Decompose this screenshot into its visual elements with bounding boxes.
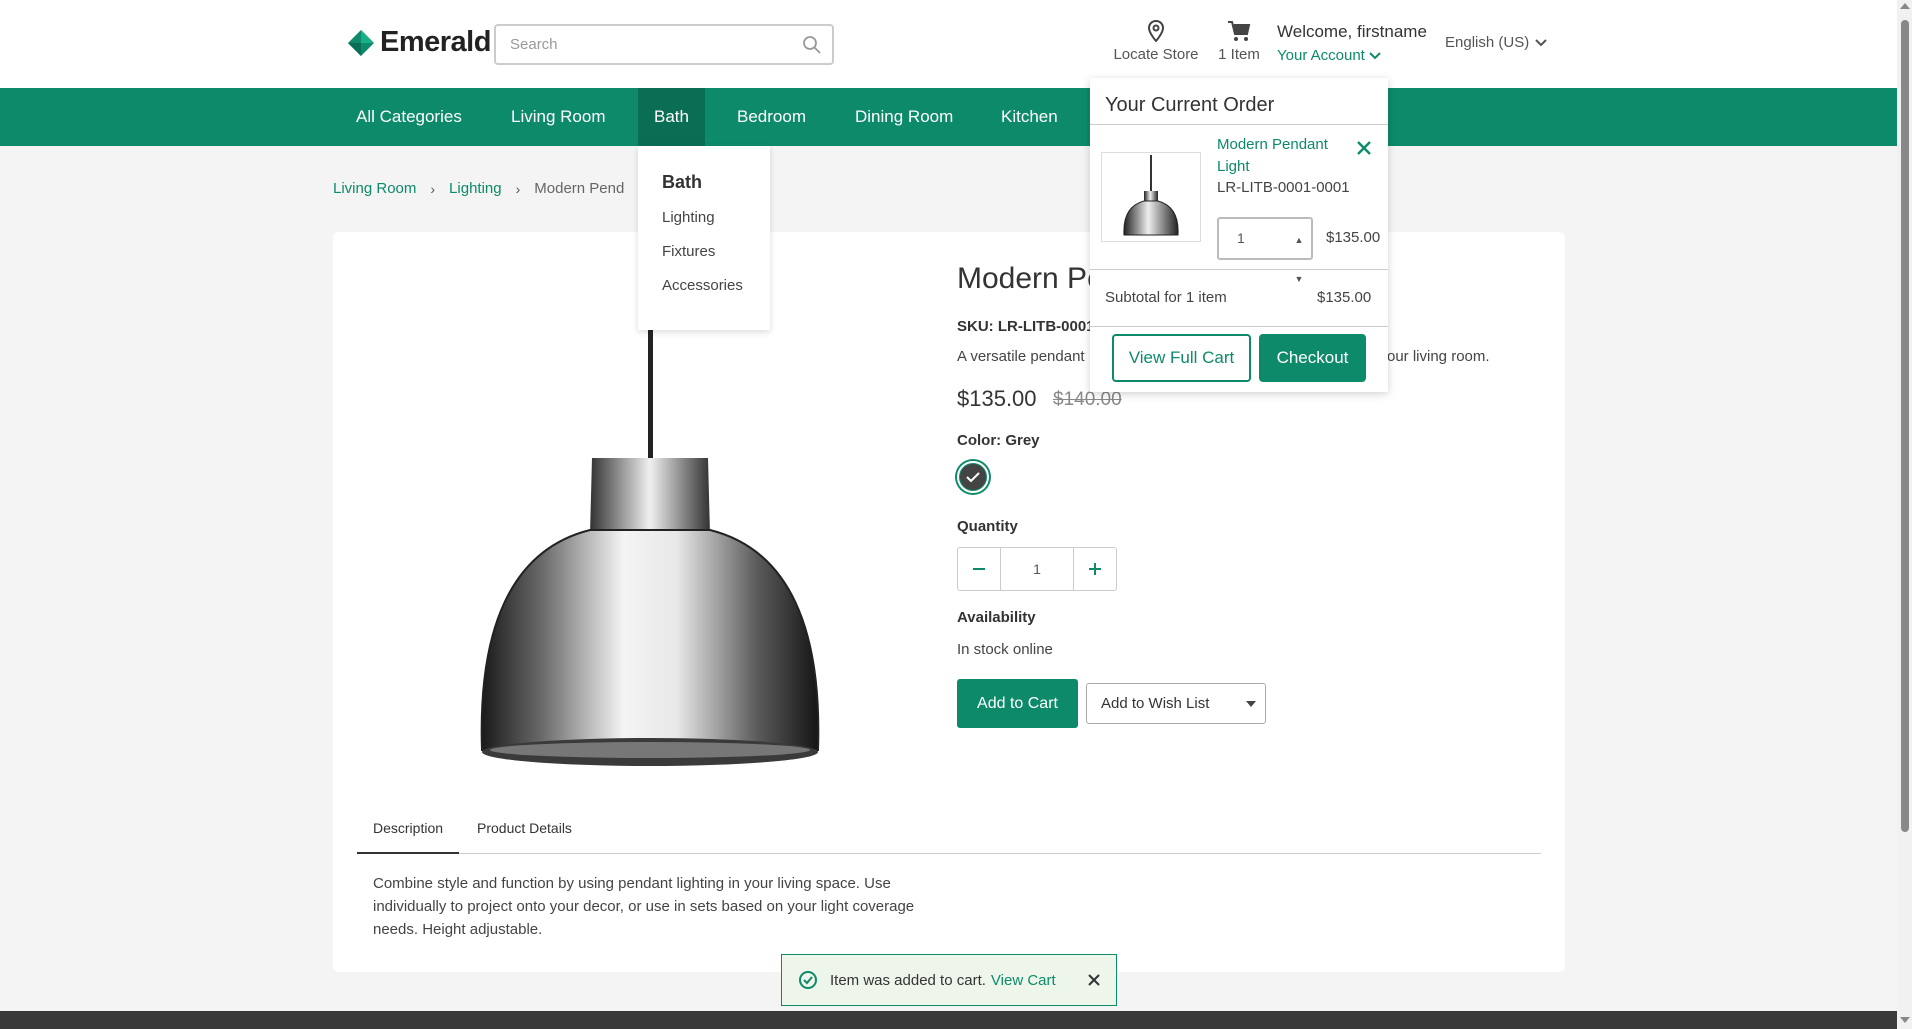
breadcrumb-current: Modern Pend <box>534 180 625 197</box>
mini-cart-item-image[interactable] <box>1101 152 1201 242</box>
decrease-quantity-button[interactable] <box>958 548 1000 590</box>
diamond-logo-icon <box>348 29 374 56</box>
product-short-desc-end: our living room. <box>1387 348 1490 365</box>
nav-kitchen[interactable]: Kitchen <box>985 88 1074 146</box>
check-circle-icon <box>799 971 817 989</box>
category-nav: All Categories Living Room Bath Bedroom … <box>0 88 1897 146</box>
mini-cart-item-sku: LR-LITB-0001-0001 <box>1217 179 1350 196</box>
pendant-thumbnail <box>1123 155 1179 236</box>
spin-down-icon[interactable]: ▼ <box>1295 260 1304 299</box>
qty-spinner[interactable]: ▲ ▼ <box>1291 221 1307 284</box>
nav-dining-room[interactable]: Dining Room <box>839 88 969 146</box>
locate-store-label: Locate Store <box>1113 46 1199 63</box>
added-to-cart-toast: Item was added to cart. View Cart <box>781 954 1117 1006</box>
breadcrumb: Living Room › Lighting › Modern Pend <box>333 180 624 197</box>
scroll-thumb[interactable] <box>1901 20 1909 832</box>
mini-cart-subtotal-label: Subtotal for 1 item <box>1105 289 1227 306</box>
chevron-right-icon: › <box>515 180 521 197</box>
mini-cart-qty-value: 1 <box>1237 230 1245 246</box>
availability-label: Availability <box>957 609 1036 626</box>
mini-cart-item-price: $135.00 <box>1326 229 1381 246</box>
breadcrumb-living-room[interactable]: Living Room <box>333 180 416 197</box>
bath-dropdown-menu: Bath Lighting Fixtures Accessories <box>638 146 770 330</box>
chevron-right-icon: › <box>430 180 436 197</box>
cart-count-label: 1 Item <box>1218 46 1260 63</box>
divider <box>1090 326 1388 327</box>
color-label: Color: Grey <box>957 432 1040 449</box>
toast-message: Item was added to cart. <box>830 971 986 989</box>
availability-status: In stock online <box>957 641 1053 658</box>
product-short-desc: A versatile pendant <box>957 348 1085 365</box>
locate-store-button[interactable]: Locate Store <box>1108 20 1204 63</box>
scroll-down-arrow[interactable] <box>1900 1017 1910 1023</box>
tab-product-details[interactable]: Product Details <box>461 808 588 854</box>
mini-cart-subtotal-value: $135.00 <box>1317 289 1372 306</box>
language-selector[interactable]: English (US) <box>1445 34 1547 51</box>
account-label: Your Account <box>1277 47 1365 64</box>
welcome-text: Welcome, firstname <box>1277 22 1427 41</box>
increase-quantity-button[interactable] <box>1074 548 1116 590</box>
tab-description[interactable]: Description <box>357 808 460 854</box>
view-full-cart-button[interactable]: View Full Cart <box>1112 334 1251 382</box>
quantity-stepper: 1 <box>957 547 1117 591</box>
account-menu-button[interactable]: Your Account <box>1277 47 1381 64</box>
site-header: Emerald Locate Store 1 Item Welcome, fir… <box>0 0 1897 88</box>
nav-bedroom[interactable]: Bedroom <box>721 88 822 146</box>
plus-icon <box>1089 563 1101 575</box>
footer-strip <box>0 1011 1897 1029</box>
add-to-wishlist-button[interactable]: Add to Wish List <box>1086 683 1266 724</box>
close-icon[interactable] <box>1354 138 1374 158</box>
spin-up-icon[interactable]: ▲ <box>1295 221 1304 260</box>
product-image[interactable] <box>470 330 830 770</box>
product-old-price: $140.00 <box>1053 389 1122 410</box>
cart-button[interactable]: 1 Item <box>1214 20 1264 63</box>
close-icon[interactable] <box>1086 972 1102 988</box>
nav-living-room[interactable]: Living Room <box>495 88 622 146</box>
language-label: English (US) <box>1445 34 1530 51</box>
page-scrollbar[interactable] <box>1897 0 1912 1029</box>
check-icon <box>966 472 980 483</box>
mini-cart-item-name[interactable]: Modern Pendant Light <box>1217 134 1337 178</box>
location-pin-icon <box>1147 20 1165 42</box>
mini-cart-popup: Your Current Order Modern Pendant Light … <box>1090 78 1388 392</box>
description-text: Combine style and function by using pend… <box>373 875 915 938</box>
quantity-input[interactable]: 1 <box>1000 548 1074 590</box>
logo[interactable]: Emerald <box>348 26 491 59</box>
chevron-down-icon <box>1369 51 1381 59</box>
logo-text: Emerald <box>380 26 491 58</box>
product-price: $135.00 <box>957 386 1037 411</box>
checkout-button[interactable]: Checkout <box>1259 334 1366 382</box>
caret-down-icon <box>1246 700 1256 707</box>
divider <box>1090 124 1388 125</box>
minus-icon <box>973 568 985 570</box>
scroll-up-arrow[interactable] <box>1900 3 1910 9</box>
add-to-cart-button[interactable]: Add to Cart <box>957 679 1078 728</box>
product-title: Modern Pe <box>957 262 1104 295</box>
color-swatch-grey[interactable] <box>957 461 989 493</box>
bath-menu-accessories[interactable]: Accessories <box>662 277 770 294</box>
toast-view-cart-link[interactable]: View Cart <box>991 972 1056 989</box>
nav-all-categories[interactable]: All Categories <box>340 88 478 146</box>
search-input[interactable] <box>496 26 786 63</box>
search-icon[interactable] <box>802 35 822 55</box>
product-tabs: Description Product Details <box>357 808 1541 854</box>
mini-cart-title: Your Current Order <box>1105 94 1275 116</box>
mini-cart-qty-input[interactable]: 1 ▲ ▼ <box>1217 217 1313 284</box>
bath-menu-lighting[interactable]: Lighting <box>662 209 770 226</box>
product-sku: SKU: LR-LITB-0001 <box>957 318 1095 335</box>
divider <box>1090 269 1388 270</box>
nav-bath[interactable]: Bath <box>638 88 705 146</box>
cart-icon <box>1228 21 1251 41</box>
chevron-down-icon <box>1535 38 1547 46</box>
quantity-label: Quantity <box>957 518 1018 535</box>
wishlist-dropdown-toggle[interactable] <box>1237 684 1265 723</box>
add-to-wishlist-label: Add to Wish List <box>1101 695 1210 712</box>
search-box <box>494 24 834 65</box>
bath-menu-title[interactable]: Bath <box>662 172 770 193</box>
breadcrumb-lighting[interactable]: Lighting <box>449 180 502 197</box>
bath-menu-fixtures[interactable]: Fixtures <box>662 243 770 260</box>
